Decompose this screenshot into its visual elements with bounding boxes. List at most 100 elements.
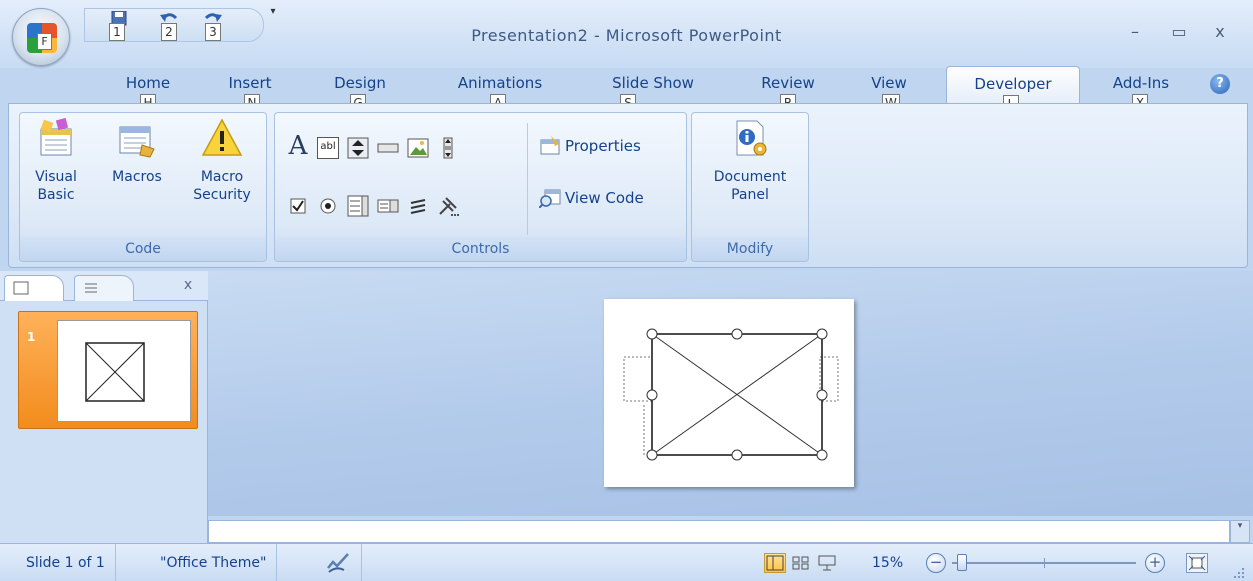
zoom-percent[interactable]: 15% [872,544,903,581]
tab-label: Design [334,74,386,92]
close-pane-button[interactable]: x [180,277,196,295]
outline-tab-icon [85,283,97,293]
macros-label: Macros [112,169,162,185]
document-panel-icon [736,120,767,156]
view-code-label: View Code [565,189,644,207]
resize-grip-icon[interactable] [1232,566,1246,580]
group-label-code: Code [20,237,266,261]
group-controls: A abl Properties View Code Controls [274,112,687,262]
tab-animations[interactable]: Animations A [444,74,556,112]
tab-home[interactable]: Home H [118,74,178,112]
normal-view-icon [766,555,784,571]
tab-label: View [871,74,907,92]
tab-slide-show[interactable]: Slide Show S [598,74,708,112]
label-control-icon[interactable]: A [287,133,309,159]
ribbon: Visual Basic Macros Macro Security Code … [8,103,1248,268]
scrollbar-arrow[interactable]: ▾ [1230,520,1250,543]
tab-label: Animations [457,74,543,92]
group-modify: Document Panel Modify [691,112,809,262]
tab-slides[interactable] [4,275,64,301]
toggle-button-icon[interactable] [407,195,429,217]
controls-divider [527,123,528,235]
slide-number: 1 [27,330,36,344]
normal-view-button[interactable] [764,553,786,573]
view-code-icon [539,189,561,208]
visual-basic-label-1: Visual [35,169,77,185]
visual-basic-icon [40,117,72,156]
command-button-icon[interactable] [377,137,399,159]
notes-pane[interactable] [208,520,1230,543]
fit-window-icon [1188,555,1206,571]
combo-box-icon[interactable] [377,195,399,217]
tab-view[interactable]: View W [864,74,914,112]
textbox-control-icon[interactable]: abl [317,137,339,159]
checkbox-control-icon[interactable] [287,195,309,217]
document-panel-button[interactable]: Document Panel [698,117,802,204]
slide-sorter-view-button[interactable] [790,553,812,573]
visual-basic-label-2: Basic [37,187,75,203]
minimize-button[interactable]: – [1122,22,1148,44]
visual-basic-button[interactable]: Visual Basic [26,117,86,204]
more-controls-icon[interactable] [437,195,459,217]
warning-icon [201,118,243,156]
slide-sorter-icon [792,556,809,570]
window-title: Presentation2 - Microsoft PowerPoint [471,26,782,45]
group-label-controls: Controls [275,237,686,261]
properties-icon [540,136,560,155]
title-bar: F 1 2 3 ▾ Presentation2 - Microsoft Powe… [0,0,1253,68]
theme-name[interactable]: "Office Theme" [150,544,278,581]
tab-insert[interactable]: Insert N [220,74,280,112]
slide-thumbnail-selected[interactable]: 1 [18,311,198,429]
zoom-slider-thumb[interactable] [957,554,967,571]
tab-label: Review [761,74,815,92]
properties-label: Properties [565,137,641,155]
document-panel-label-1: Document [713,169,787,185]
slides-tab-icon [13,281,29,295]
spin-button-icon[interactable] [347,137,369,159]
slide-show-icon [818,555,836,571]
help-button[interactable]: ? [1210,74,1230,94]
image-control-icon[interactable] [407,137,429,159]
tab-label: Add-Ins [1112,74,1170,92]
group-code: Visual Basic Macros Macro Security Code [19,112,267,262]
document-panel-label-2: Panel [731,187,769,203]
zoom-slider-center-mark [1044,558,1045,568]
tab-label: Insert [228,74,272,92]
scroll-bar-icon[interactable] [437,137,459,159]
tab-design[interactable]: Design G [326,74,394,112]
macros-icon [119,126,155,158]
slide-canvas[interactable] [604,299,854,487]
slide-thumbnail [57,320,191,422]
customize-qat-button[interactable]: ▾ [266,6,280,22]
pane-tabs: x [0,271,208,301]
slide-show-view-button[interactable] [816,553,838,573]
option-button-icon[interactable] [317,195,339,217]
macro-security-button[interactable]: Macro Security [184,117,260,204]
zoom-in-button[interactable]: + [1145,553,1165,573]
list-box-icon[interactable] [347,195,369,217]
status-bar: Slide 1 of 1 "Office Theme" 15% − + [0,543,1253,581]
tab-developer[interactable]: Developer L [946,66,1080,113]
tab-review[interactable]: Review R [752,74,824,112]
properties-button[interactable]: Properties [535,133,641,159]
slides-pane: x 1 [0,271,208,543]
macro-security-label-2: Security [193,187,251,203]
tab-label: Developer [974,75,1052,93]
thumbnail-placeholder-icon [85,342,145,402]
macros-button[interactable]: Macros [104,117,170,186]
fit-to-window-button[interactable] [1186,553,1208,573]
maximize-button[interactable]: ▭ [1166,22,1192,44]
close-button[interactable]: x [1207,22,1233,44]
tab-add-ins[interactable]: Add-Ins X [1104,74,1178,112]
group-label-modify: Modify [692,237,808,261]
slide-count: Slide 1 of 1 [16,544,116,581]
zoom-out-button[interactable]: − [926,553,946,573]
slide-editor [208,271,1253,516]
image-placeholder[interactable] [604,299,854,487]
spell-check-icon [327,553,349,573]
view-code-button[interactable]: View Code [535,185,644,211]
tab-label: Home [125,74,171,92]
tab-outline[interactable] [74,275,134,301]
tab-label: Slide Show [612,74,694,92]
spell-check-button[interactable] [314,544,362,581]
